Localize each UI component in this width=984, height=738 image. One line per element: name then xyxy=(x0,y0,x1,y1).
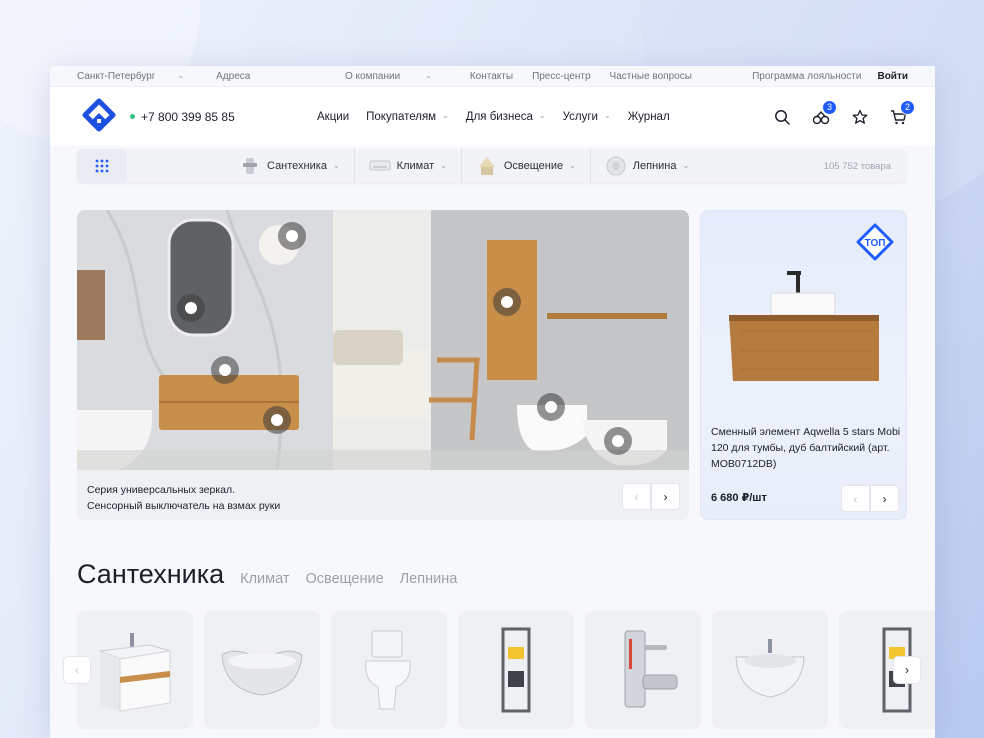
nav-item-journal[interactable]: Журнал xyxy=(628,111,670,123)
faucet-thumbnail-icon xyxy=(243,158,257,174)
hero-arrows: ‹ › xyxy=(622,483,680,510)
carousel-prev-button[interactable]: ‹ xyxy=(63,656,91,684)
bathroom-interior-image xyxy=(77,210,689,470)
search-button[interactable] xyxy=(762,101,801,133)
main-nav: Акции Покупателям ⌄ Для бизнеса ⌄ Услуги ⌄ … xyxy=(317,111,687,123)
products-carousel xyxy=(77,611,935,729)
section-tab-moulding[interactable]: Лепнина xyxy=(400,571,458,587)
section-header: Сантехника Климат Освещение Лепнина xyxy=(77,559,473,590)
chevron-down-icon: ⌄ xyxy=(442,111,449,120)
addresses-link[interactable]: Адреса xyxy=(216,71,250,82)
section-title-plumbing[interactable]: Сантехника xyxy=(77,559,224,590)
catalog-menu-button[interactable] xyxy=(77,149,127,183)
nav-item-customers[interactable]: Покупателям ⌄ xyxy=(366,111,449,123)
vanity-product-image xyxy=(99,633,171,712)
toilet-product-image xyxy=(365,630,411,710)
top-product-card[interactable]: ТОП Сменный элемент Aqwella 5 stars Mobi… xyxy=(700,210,907,520)
nav-item-business[interactable]: Для бизнеса ⌄ xyxy=(466,111,546,123)
chevron-down-icon: ⌄ xyxy=(425,70,432,80)
chevron-down-icon: ⌄ xyxy=(177,70,185,80)
hotspot-bidet[interactable] xyxy=(604,427,632,455)
faq-link[interactable]: Частные вопросы xyxy=(610,71,692,82)
category-bar: Сантехника ⌄ Климат ⌄ Освещение ⌄ Лепнина ⌄ … xyxy=(77,149,907,183)
main-header: +7 800 399 85 85 Акции Покупателям ⌄ Для … xyxy=(50,87,935,146)
promo-next-button[interactable]: › xyxy=(870,485,899,512)
vanity-unit-image xyxy=(729,271,879,381)
contacts-link[interactable]: Контакты xyxy=(470,71,513,82)
compare-button[interactable]: 3 xyxy=(801,99,840,133)
product-card-vanity[interactable] xyxy=(77,611,193,729)
hero-caption-line2: Сенсорный выключатель на взмах руки xyxy=(87,500,281,512)
chevron-down-icon: ⌄ xyxy=(603,111,611,120)
products-count: 105 752 товара xyxy=(823,160,891,172)
category-plumbing[interactable]: Сантехника ⌄ xyxy=(127,149,355,183)
star-icon xyxy=(852,109,867,124)
hotspot-vanity[interactable] xyxy=(263,406,291,434)
chevron-down-icon: ⌄ xyxy=(682,160,690,170)
section-tab-climate[interactable]: Климат xyxy=(240,571,289,587)
hotspot-faucet[interactable] xyxy=(211,356,239,384)
hero-next-button[interactable]: › xyxy=(651,483,680,510)
category-lighting[interactable]: Освещение ⌄ xyxy=(462,149,591,183)
chevron-down-icon: ⌄ xyxy=(569,160,576,170)
nav-item-promotions[interactable]: Акции xyxy=(317,111,349,123)
search-icon xyxy=(774,109,790,125)
hotspot-cabinet[interactable] xyxy=(493,288,521,316)
login-link[interactable]: Войти xyxy=(877,71,908,82)
cart-count-badge: 2 xyxy=(900,99,915,115)
favorites-button[interactable] xyxy=(840,101,879,133)
top-badge: ТОП xyxy=(856,223,894,261)
rosette-thumbnail-icon xyxy=(606,156,626,176)
press-center-link[interactable]: Пресс-центр xyxy=(532,71,590,82)
top-product-price: 6 680 ₽/шт xyxy=(711,492,767,504)
online-status-dot xyxy=(130,114,135,119)
hero-caption: Серия универсальных зеркал. Сенсорный вы… xyxy=(87,482,280,514)
product-card-installation-frame[interactable] xyxy=(458,611,574,729)
product-card-bathtub[interactable] xyxy=(204,611,320,729)
category-moulding[interactable]: Лепнина ⌄ xyxy=(591,149,703,183)
product-card-bidet[interactable] xyxy=(712,611,828,729)
loyalty-program-link[interactable]: Программа лояльности xyxy=(752,71,861,82)
svg-text:ТОП: ТОП xyxy=(865,238,886,249)
cart-button[interactable]: 2 xyxy=(879,99,918,133)
grid-icon xyxy=(95,159,109,173)
bidet-product-image xyxy=(735,639,805,698)
phone-text: +7 800 399 85 85 xyxy=(141,109,235,124)
hero-prev-button[interactable]: ‹ xyxy=(622,483,651,510)
logo-icon[interactable] xyxy=(79,97,119,137)
page: Санкт-Петербург ⌄ Адреса О компании ⌄ Конт… xyxy=(50,66,935,738)
product-card-faucet[interactable] xyxy=(585,611,701,729)
category-climate[interactable]: Климат ⌄ xyxy=(355,149,462,183)
air-conditioner-thumbnail-icon xyxy=(369,160,391,171)
chevron-down-icon: ⌄ xyxy=(332,160,340,170)
chevron-down-icon: ⌄ xyxy=(538,111,546,120)
carousel-next-button[interactable]: › xyxy=(893,656,921,684)
faucet-product-image xyxy=(624,630,678,708)
section-tab-lighting[interactable]: Освещение xyxy=(306,571,384,587)
hero-banner: Серия универсальных зеркал. Сенсорный вы… xyxy=(77,210,689,520)
nav-item-services[interactable]: Услуги ⌄ xyxy=(563,111,611,123)
chevron-down-icon: ⌄ xyxy=(440,160,447,170)
promo-arrows: ‹ › xyxy=(841,485,899,512)
about-company-link[interactable]: О компании ⌄ xyxy=(345,71,451,82)
product-card-toilet[interactable] xyxy=(331,611,447,729)
hotspot-lamp[interactable] xyxy=(278,222,306,250)
city-selector[interactable]: Санкт-Петербург ⌄ xyxy=(77,71,200,82)
utility-bar: Санкт-Петербург ⌄ Адреса О компании ⌄ Конт… xyxy=(50,66,935,87)
promo-prev-button[interactable]: ‹ xyxy=(841,485,870,512)
bathtub-product-image xyxy=(221,650,303,696)
lamp-thumbnail-icon xyxy=(478,157,495,175)
phone-number[interactable]: +7 800 399 85 85 xyxy=(130,110,235,124)
hotspot-toilet[interactable] xyxy=(537,393,565,421)
hotspot-mirror[interactable] xyxy=(177,294,205,322)
hero-caption-line1: Серия универсальных зеркал. xyxy=(87,484,236,496)
compare-count-badge: 3 xyxy=(822,99,837,115)
top-product-description[interactable]: Сменный элемент Aqwella 5 stars Mobi 120… xyxy=(711,424,901,472)
installation-frame-product-image xyxy=(501,627,531,713)
